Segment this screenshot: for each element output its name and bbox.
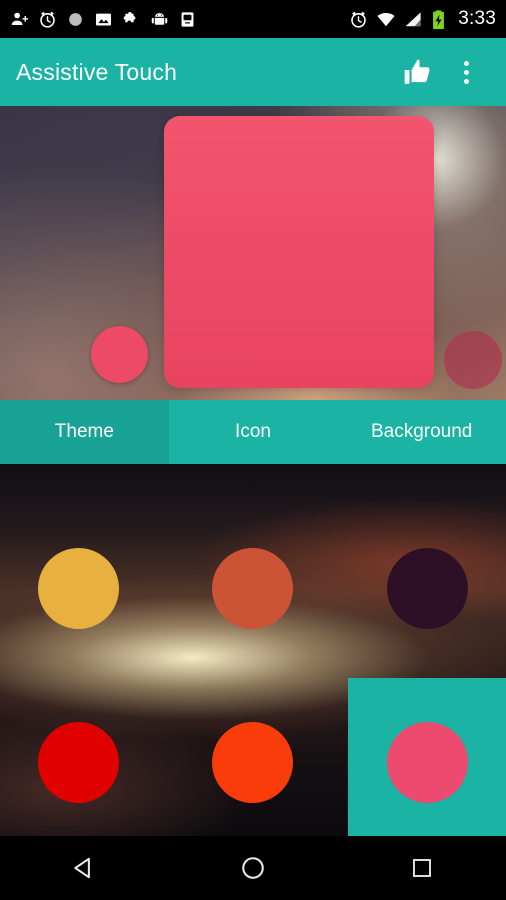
app-screen: 3:33 Assistive Touch Theme Icon Backgrou…: [0, 0, 506, 900]
overflow-menu-icon: [463, 60, 469, 84]
thumbs-up-icon: [404, 59, 430, 84]
status-bar-system-icons: 3:33: [349, 8, 496, 30]
preview-area[interactable]: [0, 106, 506, 400]
wifi-icon: [377, 12, 395, 26]
preview-secondary-button[interactable]: [444, 331, 502, 389]
swatch-orange-red[interactable]: [212, 722, 293, 803]
tab-theme[interactable]: Theme: [0, 400, 169, 464]
preview-floating-button[interactable]: [91, 326, 148, 383]
status-bar-clock: 3:33: [458, 8, 496, 29]
photo-icon: [95, 13, 112, 25]
app-title: Assistive Touch: [16, 58, 178, 85]
alarm-clock-icon: [40, 11, 55, 28]
brightness-icon: [69, 12, 82, 26]
android-icon: [151, 12, 168, 25]
recents-square-icon: [412, 859, 431, 877]
home-button[interactable]: [213, 836, 293, 900]
tab-background-label: Background: [370, 421, 473, 442]
sd-card-icon: [181, 11, 194, 27]
swatch-burnt-orange[interactable]: [212, 548, 293, 629]
swatch-pink[interactable]: [387, 722, 468, 803]
puzzle-icon: [123, 11, 136, 22]
person-add-icon: [11, 12, 29, 25]
swatch-red[interactable]: [38, 722, 119, 803]
back-button[interactable]: [44, 836, 124, 900]
status-bar: 3:33: [0, 0, 506, 38]
thumbs-up-button[interactable]: [394, 48, 442, 96]
tab-background[interactable]: Background: [337, 400, 506, 464]
tab-bar: Theme Icon Background: [0, 400, 506, 464]
back-triangle-icon: [74, 857, 91, 879]
status-bar-notification-icons: [10, 10, 349, 29]
tab-icon[interactable]: Icon: [169, 400, 338, 464]
system-navigation-bar: [0, 836, 506, 900]
alarm-icon: [351, 11, 367, 28]
tab-icon-label: Icon: [235, 421, 271, 442]
overflow-menu-button[interactable]: [442, 48, 490, 96]
home-circle-icon: [242, 857, 264, 879]
swatch-pink-selected-cell[interactable]: [348, 678, 506, 836]
recents-button[interactable]: [382, 836, 462, 900]
signal-icon: [405, 11, 421, 26]
swatch-amber[interactable]: [38, 548, 119, 629]
tab-theme-label: Theme: [54, 421, 114, 442]
app-bar: Assistive Touch: [0, 38, 506, 106]
theme-swatch-grid: [0, 464, 506, 836]
preview-panel-shape: [164, 116, 434, 388]
swatch-dark-plum[interactable]: [387, 548, 468, 629]
battery-charging-icon: [433, 9, 445, 29]
